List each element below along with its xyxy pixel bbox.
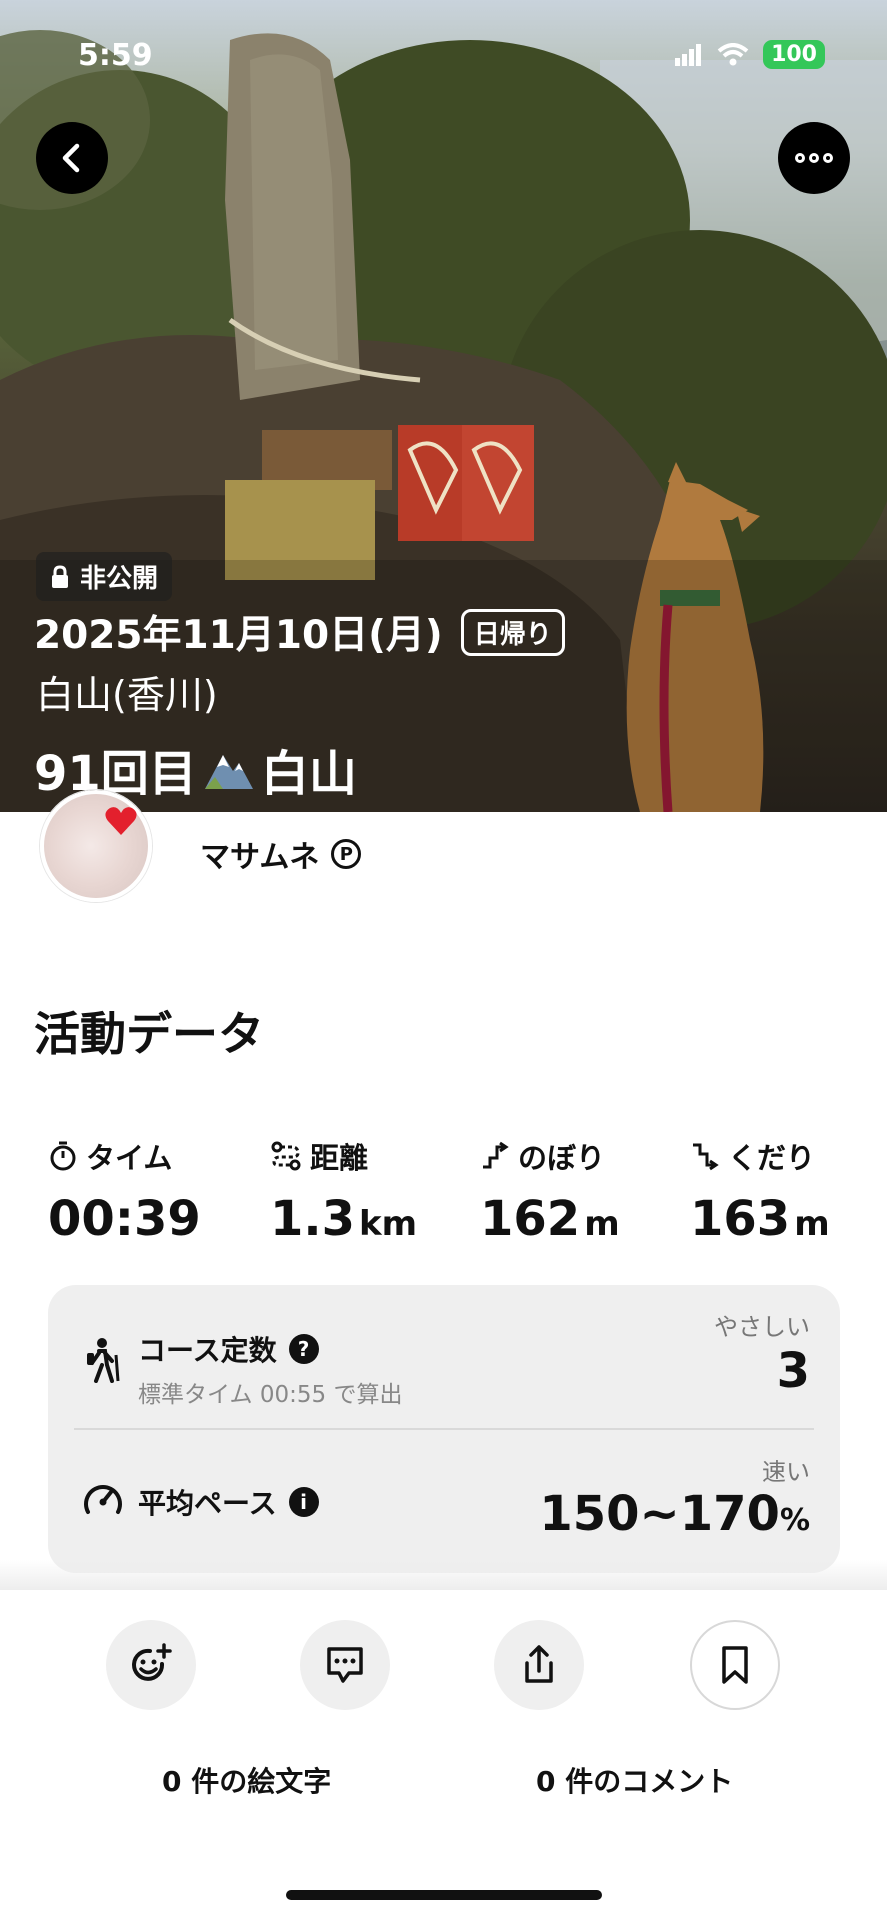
stat-label: のぼり	[518, 1141, 606, 1175]
comment-count[interactable]: 0 件のコメント	[536, 1760, 733, 1800]
avg-pace-title: 平均ペース	[138, 1487, 277, 1520]
stopwatch-icon	[50, 1141, 76, 1171]
hero-photo: 5:59 100 非公開 2025年11月10日(月) 日帰り 白山(香川) 9…	[0, 0, 887, 812]
stat-time: タイム 00:39	[48, 1135, 205, 1247]
comment-button[interactable]	[300, 1620, 390, 1710]
emoji-add-icon	[132, 1643, 172, 1681]
course-info-card: コース定数 ? 標準タイム 00:55 で算出 やさしい 3 平均ペース i 速…	[48, 1285, 840, 1573]
help-icon[interactable]: ?	[288, 1334, 319, 1364]
username[interactable]: マサムネ P	[200, 832, 362, 876]
private-label: 非公開	[80, 564, 159, 594]
stat-label: くだり	[728, 1141, 816, 1175]
descent-icon	[693, 1143, 719, 1171]
avg-pace-number: 150~170	[539, 1486, 780, 1542]
bookmark-icon	[722, 1646, 748, 1684]
bookmark-button[interactable]	[690, 1620, 780, 1710]
stat-value: 00:39	[48, 1191, 205, 1247]
stat-value: 162 m	[480, 1191, 620, 1247]
private-badge: 非公開	[36, 552, 173, 601]
course-constant-value: 3	[776, 1343, 810, 1399]
bottom-fade	[0, 1560, 887, 1590]
stat-value: 163 m	[690, 1191, 830, 1247]
stat-number: 1.3	[270, 1191, 356, 1247]
add-emoji-button[interactable]	[106, 1620, 196, 1710]
status-icons: 100	[675, 40, 825, 69]
activity-date-row: 2025年11月10日(月) 日帰り	[34, 604, 565, 660]
avg-pace-rating: 速い	[762, 1458, 810, 1486]
stat-value: 1.3 km	[270, 1191, 417, 1247]
mountain-name[interactable]: 白山(香川)	[36, 664, 218, 719]
more-dot-icon	[809, 153, 819, 163]
wifi-icon	[717, 42, 749, 65]
heart-icon	[105, 807, 137, 835]
stat-label-row: 距離	[270, 1135, 417, 1177]
avg-pace-row[interactable]: 平均ペース i 速い 150~170%	[48, 1430, 840, 1573]
course-constant-title: コース定数	[138, 1334, 277, 1367]
emoji-count[interactable]: 0 件の絵文字	[162, 1760, 331, 1800]
more-button[interactable]	[778, 122, 850, 194]
route-icon	[271, 1141, 301, 1171]
stat-ascent: のぼり 162 m	[480, 1135, 620, 1247]
stat-unit: m	[584, 1204, 620, 1244]
activity-title-suffix: 白山	[260, 746, 357, 802]
premium-badge: P	[331, 839, 362, 869]
activity-date: 2025年11月10日(月)	[34, 613, 443, 658]
course-constant-subtitle: 標準タイム 00:55 で算出	[138, 1382, 403, 1408]
back-button[interactable]	[36, 122, 108, 194]
course-constant-rating: やさしい	[714, 1313, 810, 1341]
mountain-emoji-icon	[204, 755, 253, 789]
trip-type-tag: 日帰り	[460, 608, 565, 656]
stat-distance: 距離 1.3 km	[270, 1135, 417, 1247]
course-constant-row[interactable]: コース定数 ? 標準タイム 00:55 で算出 やさしい 3	[48, 1285, 840, 1428]
status-time: 5:59	[78, 38, 153, 73]
avg-pace-value: 150~170%	[539, 1486, 810, 1542]
stat-unit: km	[359, 1204, 418, 1244]
bottom-action-bar: 0 件の絵文字 0 件のコメント	[0, 1590, 887, 1920]
chevron-left-icon	[62, 143, 80, 173]
home-indicator	[286, 1890, 602, 1900]
stat-label: 距離	[310, 1141, 369, 1175]
stat-label-row: のぼり	[480, 1135, 620, 1177]
lock-icon	[52, 564, 68, 588]
comment-icon	[327, 1647, 363, 1683]
section-title-activity: 活動データ	[34, 1007, 264, 1061]
more-dot-icon	[823, 153, 833, 163]
stat-unit: m	[794, 1204, 830, 1244]
avatar[interactable]	[40, 790, 152, 902]
speedometer-icon	[84, 1485, 122, 1514]
stat-number: 00:39	[48, 1191, 201, 1247]
hiker-icon	[87, 1338, 120, 1383]
stat-label-row: くだり	[690, 1135, 830, 1177]
more-dot-icon	[795, 153, 805, 163]
cellular-signal-icon	[675, 43, 702, 66]
stat-descent: くだり 163 m	[690, 1135, 830, 1247]
share-button[interactable]	[494, 1620, 584, 1710]
stat-number: 163	[690, 1191, 791, 1247]
avg-pace-unit: %	[779, 1503, 810, 1538]
course-constant-title-row: コース定数 ?	[138, 1329, 319, 1369]
stat-label: タイム	[86, 1141, 173, 1175]
battery-indicator: 100	[763, 40, 825, 69]
activity-stats: タイム 00:39 距離 1.3 km のぼり 162 m くだり 163 m	[0, 1135, 887, 1247]
stat-label-row: タイム	[48, 1135, 205, 1177]
username-label: マサムネ	[200, 840, 320, 875]
ascent-icon	[483, 1141, 509, 1169]
share-icon	[525, 1645, 553, 1683]
stat-number: 162	[480, 1191, 581, 1247]
info-icon[interactable]: i	[288, 1487, 319, 1517]
avg-pace-title-row: 平均ペース i	[138, 1482, 319, 1522]
